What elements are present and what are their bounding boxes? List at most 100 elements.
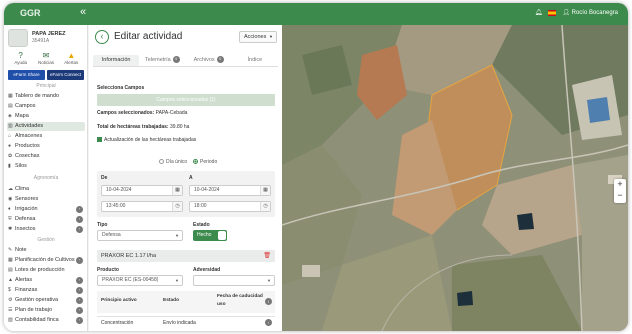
- sidebar-item-activities[interactable]: ▥ Actividades: [7, 122, 85, 131]
- update-hectares-label: Actualización de las hectáreas trabajada…: [104, 137, 197, 143]
- sidebar-item-irrigation[interactable]: ♦ Irrigación ›: [7, 205, 85, 214]
- farm-selector[interactable]: PAPA JEREZ 35491A: [8, 29, 84, 51]
- map-icon: ◈: [8, 113, 12, 119]
- sidebar-item-insects[interactable]: ✱ Insectos ›: [7, 225, 85, 234]
- weather-icon: ☁: [8, 186, 13, 192]
- from-label: De: [101, 175, 108, 181]
- megaphone-icon: ✉: [42, 51, 50, 60]
- sidebar-item-silos[interactable]: ▮ Silos: [7, 162, 85, 171]
- efarm-share-button[interactable]: eFarm Share: [8, 70, 45, 80]
- actions-label: Acciones: [244, 34, 267, 40]
- type-value: Defensa: [102, 232, 121, 238]
- quick-links: ? Ayuda ✉ Noticias ▲ Alertas: [8, 51, 84, 69]
- sidebar-item-warehouses[interactable]: ⌂ Almacenes: [7, 132, 85, 141]
- tabs: Información Telemetría 0 Archivos 0 Índice: [93, 55, 278, 67]
- sidebar-item-alerts[interactable]: ▲ Alertas ›: [7, 276, 85, 285]
- efarm-connect-button[interactable]: eFarm Connect: [47, 70, 84, 80]
- sidebar-item-production-lots[interactable]: ▤ Lotes de producción: [7, 266, 85, 275]
- status-toggle[interactable]: Hecho: [193, 230, 227, 241]
- worked-total-prefix: Total de hectáreas trabajadas:: [97, 124, 169, 130]
- back-button[interactable]: ‹: [95, 30, 109, 44]
- zoom-in-button[interactable]: +: [614, 179, 626, 190]
- sidebar-item-fields[interactable]: ▤ Campos: [7, 102, 85, 111]
- collapse-sidebar-icon[interactable]: «: [80, 6, 86, 18]
- help-icon: ?: [18, 51, 23, 60]
- tab-information[interactable]: Información: [93, 55, 140, 66]
- clock-icon: ◷: [260, 202, 270, 211]
- sidebar-item-harvest[interactable]: ✿ Cosechas: [7, 152, 85, 161]
- sidebar-item-defense[interactable]: ⛨ Defensa ›: [7, 215, 85, 224]
- to-date-value: 10-04-2024: [194, 187, 220, 193]
- type-label: Tipo: [97, 222, 108, 228]
- satellite-map[interactable]: + −: [282, 25, 628, 331]
- sidebar-item-work-plan[interactable]: ☰ Plan de trabajo ›: [7, 306, 85, 315]
- from-time-value: 13:45:00: [106, 203, 126, 209]
- selected-fields-button[interactable]: Campos seleccionados (1): [97, 94, 275, 106]
- sidebar-item-accounting[interactable]: ▧ Contabilidad finca ›: [7, 316, 85, 325]
- radio-single-day[interactable]: Día único: [159, 159, 187, 165]
- from-time-input[interactable]: 13:45:00 ◷: [101, 201, 183, 212]
- farm-name: PAPA JEREZ: [32, 31, 66, 37]
- insect-icon: ✱: [8, 226, 13, 232]
- calendar-icon: ▦: [260, 186, 270, 195]
- alerts-link[interactable]: ▲ Alertas: [60, 51, 82, 69]
- sidebar-item-label: Campos: [15, 103, 36, 109]
- type-select[interactable]: Defensa ▼: [97, 230, 183, 241]
- status-label: Estado: [193, 222, 210, 228]
- product-value: PRAXOR EC (ES-00458): [102, 277, 159, 283]
- news-link[interactable]: ✉ Noticias: [35, 51, 57, 69]
- product-select[interactable]: PRAXOR EC (ES-00458) ▼: [97, 275, 183, 286]
- radio-period[interactable]: Periodo: [193, 159, 217, 165]
- tab-telemetry[interactable]: Telemetría 0: [139, 55, 185, 66]
- sidebar-item-label: Almacenes: [15, 133, 43, 139]
- radio-label: Periodo: [200, 159, 218, 165]
- app-window: GGR « 🔔︎ 👤︎ Rocío Bocanegra PAPA JEREZ 3…: [4, 3, 628, 331]
- radio-dot: [159, 159, 164, 165]
- adversity-select[interactable]: ▼: [193, 275, 275, 286]
- sidebar-item-label: Defensa: [15, 216, 36, 222]
- map-imagery: [282, 25, 628, 331]
- info-icon[interactable]: i: [265, 298, 272, 305]
- from-date-value: 10-04-2024: [106, 187, 132, 193]
- notification-bell-icon[interactable]: 🔔︎: [535, 9, 543, 16]
- sidebar-item-weather[interactable]: ☁ Clima: [7, 185, 85, 194]
- sidebar-item-operations[interactable]: ⚙ Gestión operativa ›: [7, 296, 85, 305]
- language-flag-icon[interactable]: [548, 9, 557, 16]
- update-hectares-checkbox[interactable]: Actualización de las hectáreas trabajada…: [97, 137, 196, 143]
- chevron-down-icon: ▼: [175, 278, 179, 283]
- sidebar-item-label: Clima: [15, 186, 30, 192]
- row-action-icon[interactable]: ›: [265, 319, 272, 326]
- chevron-right-icon: ›: [76, 317, 83, 324]
- sidebar-item-sensors[interactable]: ◉ Sensores: [7, 195, 85, 204]
- selected-fields-value: PAPA-Cebada: [155, 110, 188, 116]
- selected-fields-prefix: Campos seleccionados:: [97, 110, 155, 116]
- sidebar-item-products[interactable]: ● Productos: [7, 142, 85, 151]
- from-date-input[interactable]: 10-04-2024 ▦: [101, 185, 183, 196]
- help-link[interactable]: ? Ayuda: [10, 51, 32, 69]
- sidebar-item-note[interactable]: ✎ Note: [7, 246, 85, 255]
- sidebar-item-label: Irrigación: [15, 206, 38, 212]
- chevron-right-icon: ›: [76, 226, 83, 233]
- row-principle: Concentración: [101, 320, 134, 326]
- sidebar-item-dashboard[interactable]: ▦ Tablero de mando: [7, 92, 85, 101]
- fields-icon: ▤: [8, 103, 13, 109]
- user-menu[interactable]: 👤︎ Rocío Bocanegra: [562, 9, 618, 16]
- to-time-input[interactable]: 18:00 ◷: [189, 201, 271, 212]
- tab-files[interactable]: Archivos 0: [186, 55, 232, 66]
- sidebar-item-finance[interactable]: $ Finanzas ›: [7, 286, 85, 295]
- tab-index[interactable]: Índice: [232, 55, 278, 66]
- planning-icon: ▦: [8, 257, 13, 263]
- trash-icon[interactable]: 🗑︎: [263, 250, 271, 262]
- sidebar-item-crop-planning[interactable]: ▦ Planificación de Cultivos ›: [7, 256, 85, 265]
- tab-count-badge: 0: [172, 56, 180, 64]
- clock-icon: ◷: [172, 202, 182, 211]
- to-time-value: 18:00: [194, 203, 207, 209]
- zoom-out-button[interactable]: −: [614, 190, 626, 201]
- actions-dropdown[interactable]: Acciones ▼: [239, 31, 277, 43]
- row-state: Envío indicada: [163, 320, 196, 326]
- to-date-input[interactable]: 10-04-2024 ▦: [189, 185, 271, 196]
- farm-id: 35491A: [32, 38, 50, 44]
- worked-total-value: 39.80 ha: [170, 124, 190, 130]
- brand-logo: GGR: [20, 8, 41, 18]
- sidebar-item-map[interactable]: ◈ Mapa: [7, 112, 85, 121]
